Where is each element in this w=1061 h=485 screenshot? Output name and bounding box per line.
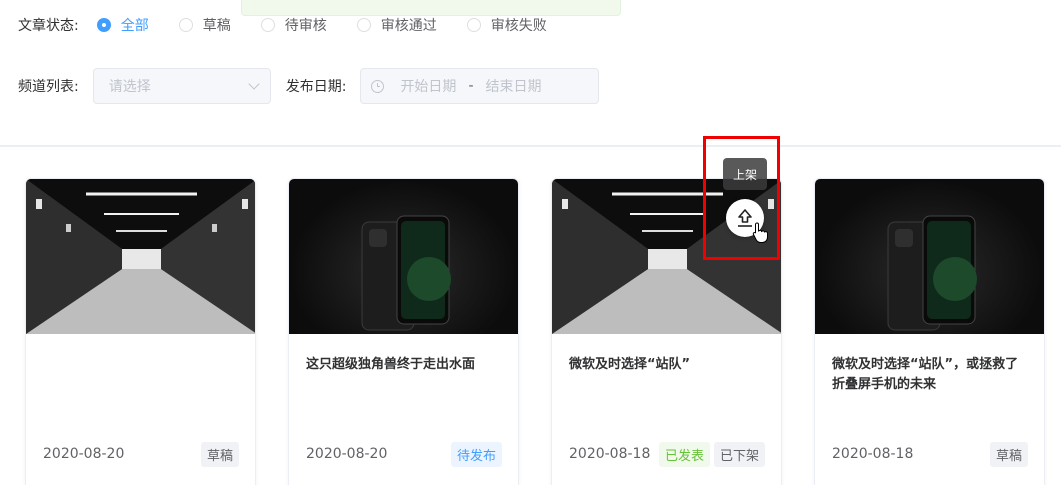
article-card[interactable]: 2020-08-20 草稿 — [25, 178, 256, 485]
date-label: 发布日期: — [285, 79, 347, 95]
date-end-input[interactable]: 结束日期 — [486, 76, 542, 96]
card-tags: 待发布 — [447, 441, 502, 467]
date-separator: - — [468, 78, 474, 94]
annotation-highlight-box — [703, 136, 780, 260]
card-date: 2020-08-20 — [43, 446, 125, 462]
card-date: 2020-08-20 — [306, 446, 388, 462]
status-option-label: 全部 — [120, 18, 149, 34]
radio-dot — [356, 18, 371, 32]
date-start-input[interactable]: 开始日期 — [400, 76, 456, 96]
card-footer: 2020-08-18 草稿 — [832, 441, 1028, 467]
card-date: 2020-08-18 — [569, 446, 651, 462]
card-tags: 已发表 已下架 — [655, 441, 765, 467]
status-radio-rejected[interactable]: 审核失败 — [466, 15, 547, 35]
phone-image — [815, 179, 1044, 334]
radio-dot — [466, 18, 481, 32]
card-date: 2020-08-18 — [832, 446, 914, 462]
status-radio-pending[interactable]: 待审核 — [260, 15, 327, 35]
date-range-picker[interactable]: 开始日期 - 结束日期 — [360, 68, 600, 104]
status-badge: 已下架 — [713, 441, 765, 467]
card-title: 微软及时选择“站队” — [569, 357, 691, 372]
status-radio-draft[interactable]: 草稿 — [178, 15, 231, 35]
channel-date-row: 频道列表: 请选择 发布日期: 开始日期 - 结束日期 — [18, 68, 600, 104]
clock-icon — [371, 79, 385, 93]
status-badge: 已发表 — [658, 441, 710, 467]
status-radio-all[interactable]: 全部 — [96, 15, 149, 35]
status-radio-approved[interactable]: 审核通过 — [356, 15, 437, 35]
card-title: 微软及时选择“站队”，或拯救了折叠屏手机的未来 — [832, 357, 1019, 392]
card-title: 这只超级独角兽终于走出水面 — [306, 357, 476, 372]
channel-placeholder: 请选择 — [108, 79, 151, 95]
channel-label: 频道列表: — [18, 79, 79, 95]
card-footer: 2020-08-18 已发表 已下架 — [569, 441, 765, 467]
phone-image — [289, 179, 518, 334]
chevron-down-icon — [248, 78, 260, 90]
status-badge: 草稿 — [200, 441, 239, 467]
radio-dot — [96, 18, 111, 32]
status-filter-row: 文章状态: 全部 草稿 待审核 审核通过 审核失败 — [18, 14, 577, 36]
server-room-image — [26, 179, 255, 334]
status-option-label: 审核通过 — [380, 18, 437, 34]
article-card[interactable]: 这只超级独角兽终于走出水面 2020-08-20 待发布 — [288, 178, 519, 485]
status-option-label: 草稿 — [202, 18, 231, 34]
section-divider — [0, 145, 1061, 147]
card-tags: 草稿 — [986, 441, 1028, 467]
card-tags: 草稿 — [197, 441, 239, 467]
status-option-label: 审核失败 — [490, 18, 547, 34]
article-card[interactable]: 微软及时选择“站队”，或拯救了折叠屏手机的未来 2020-08-18 草稿 — [814, 178, 1045, 485]
status-option-label: 待审核 — [284, 18, 327, 34]
card-footer: 2020-08-20 待发布 — [306, 441, 502, 467]
status-label: 文章状态: — [18, 18, 79, 34]
channel-select[interactable]: 请选择 — [92, 68, 271, 104]
radio-dot — [260, 18, 275, 32]
status-badge: 待发布 — [450, 441, 502, 467]
status-badge: 草稿 — [989, 441, 1028, 467]
card-footer: 2020-08-20 草稿 — [43, 441, 239, 467]
radio-dot — [178, 18, 193, 32]
